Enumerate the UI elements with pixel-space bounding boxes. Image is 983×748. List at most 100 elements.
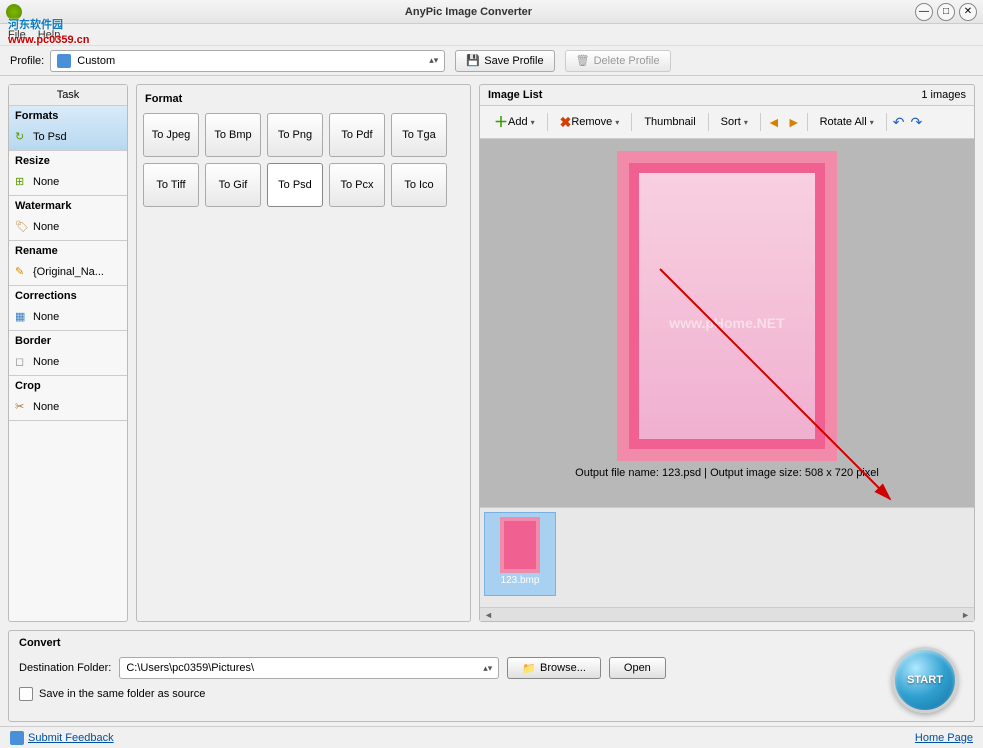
profile-row: Profile: Custom ▴▾ 💾 Save Profile 🗑 Dele… <box>0 46 983 76</box>
format-button-to-jpeg[interactable]: To Jpeg <box>143 113 199 157</box>
thumbnail-button[interactable]: Thumbnail <box>638 114 701 130</box>
menubar: File Help <box>0 24 983 46</box>
thumbnail-item[interactable]: 123.bmp <box>484 512 556 596</box>
scroll-right-icon[interactable]: ► <box>961 610 970 620</box>
format-button-to-gif[interactable]: To Gif <box>205 163 261 207</box>
start-button[interactable]: START <box>892 647 958 713</box>
profile-icon <box>57 54 71 68</box>
save-profile-button[interactable]: 💾 Save Profile <box>455 50 554 72</box>
open-button[interactable]: Open <box>609 657 666 679</box>
task-header: Task <box>9 85 127 106</box>
redo-icon[interactable]: ↷ <box>910 114 922 131</box>
horizontal-scrollbar[interactable]: ◄ ► <box>480 607 974 621</box>
preview-area: www.pHome.NET Output file name: 123.psd … <box>480 139 974 507</box>
task-title: Crop <box>9 376 127 396</box>
menu-file[interactable]: File <box>8 29 26 41</box>
profile-selected: Custom <box>77 55 429 67</box>
format-button-to-psd[interactable]: To Psd <box>267 163 323 207</box>
maximize-button[interactable]: □ <box>937 3 955 21</box>
watermark-icon: 🏷 <box>15 220 29 234</box>
titlebar: AnyPic Image Converter — □ ✕ <box>0 0 983 24</box>
task-section-rename[interactable]: Rename ✎{Original_Na... <box>9 241 127 286</box>
chevron-updown-icon: ▴▾ <box>429 55 438 66</box>
chevron-updown-icon: ▴▾ <box>483 663 492 674</box>
format-title: Format <box>143 91 464 113</box>
task-section-watermark[interactable]: Watermark 🏷None <box>9 196 127 241</box>
submit-feedback-link[interactable]: Submit Feedback <box>28 732 114 744</box>
formats-icon: ↻ <box>15 130 29 144</box>
rotate-all-button[interactable]: Rotate All ▾ <box>814 114 880 130</box>
task-value: 🏷None <box>9 216 127 240</box>
minimize-button[interactable]: — <box>915 3 933 21</box>
delete-profile-button[interactable]: 🗑 Delete Profile <box>565 50 671 72</box>
format-button-to-tga[interactable]: To Tga <box>391 113 447 157</box>
task-title: Formats <box>9 106 127 126</box>
sort-button[interactable]: Sort ▾ <box>715 114 754 130</box>
imagelist-title: Image List <box>488 89 921 101</box>
convert-panel: Convert Destination Folder: C:\Users\pc0… <box>8 630 975 722</box>
dest-folder-input[interactable]: C:\Users\pc0359\Pictures\ ▴▾ <box>119 657 499 679</box>
preview-caption: Output file name: 123.psd | Output image… <box>575 467 879 479</box>
format-button-to-tiff[interactable]: To Tiff <box>143 163 199 207</box>
delete-icon: 🗑 <box>576 54 590 68</box>
format-button-to-pdf[interactable]: To Pdf <box>329 113 385 157</box>
rename-icon: ✎ <box>15 265 29 279</box>
same-folder-checkbox[interactable] <box>19 687 33 701</box>
preview-image <box>617 151 837 461</box>
task-panel: Task Formats ↻To Psd Resize ⊞None Waterm… <box>8 84 128 622</box>
format-panel: Format To JpegTo BmpTo PngTo PdfTo TgaTo… <box>136 84 471 622</box>
menu-help[interactable]: Help <box>38 29 61 41</box>
image-list-panel: Image List 1 images ＋ Add ▾ ✖ Remove ▾ T… <box>479 84 975 622</box>
imagelist-toolbar: ＋ Add ▾ ✖ Remove ▾ Thumbnail Sort ▾ ◄ ► <box>480 106 974 139</box>
plus-icon: ＋ <box>494 112 508 132</box>
format-button-to-ico[interactable]: To Ico <box>391 163 447 207</box>
next-arrow-icon[interactable]: ► <box>787 114 801 130</box>
task-title: Resize <box>9 151 127 171</box>
border-icon: ◻ <box>15 355 29 369</box>
statusbar: Submit Feedback Home Page <box>0 726 983 748</box>
add-button[interactable]: ＋ Add ▾ <box>488 110 541 134</box>
chevron-down-icon: ▾ <box>615 118 619 127</box>
thumbnail-image <box>500 517 540 573</box>
remove-button[interactable]: ✖ Remove ▾ <box>554 112 626 133</box>
convert-title: Convert <box>19 637 964 649</box>
browse-button[interactable]: 📁 Browse... <box>507 657 601 679</box>
imagelist-count: 1 images <box>921 89 966 101</box>
main-area: Task Formats ↻To Psd Resize ⊞None Waterm… <box>0 76 983 630</box>
window-title: AnyPic Image Converter <box>26 6 911 18</box>
profile-label: Profile: <box>10 55 44 67</box>
task-section-crop[interactable]: Crop ✂None <box>9 376 127 421</box>
task-section-resize[interactable]: Resize ⊞None <box>9 151 127 196</box>
thumbnail-strip: 123.bmp <box>480 507 974 607</box>
task-value: ▦None <box>9 306 127 330</box>
chevron-down-icon: ▾ <box>744 118 748 127</box>
home-page-link[interactable]: Home Page <box>915 732 973 744</box>
app-icon <box>6 4 22 20</box>
task-value: ✎{Original_Na... <box>9 261 127 285</box>
format-button-to-pcx[interactable]: To Pcx <box>329 163 385 207</box>
task-section-formats[interactable]: Formats ↻To Psd <box>9 106 127 151</box>
task-title: Border <box>9 331 127 351</box>
save-icon: 💾 <box>466 54 480 68</box>
task-section-corrections[interactable]: Corrections ▦None <box>9 286 127 331</box>
folder-icon: 📁 <box>522 662 536 675</box>
format-button-to-bmp[interactable]: To Bmp <box>205 113 261 157</box>
crop-icon: ✂ <box>15 400 29 414</box>
task-section-border[interactable]: Border ◻None <box>9 331 127 376</box>
format-button-to-png[interactable]: To Png <box>267 113 323 157</box>
same-folder-label: Save in the same folder as source <box>39 688 205 700</box>
task-value: ✂None <box>9 396 127 420</box>
task-title: Rename <box>9 241 127 261</box>
task-title: Watermark <box>9 196 127 216</box>
x-icon: ✖ <box>560 114 572 131</box>
task-value: ◻None <box>9 351 127 375</box>
dest-folder-label: Destination Folder: <box>19 662 111 674</box>
profile-select[interactable]: Custom ▴▾ <box>50 50 445 72</box>
close-button[interactable]: ✕ <box>959 3 977 21</box>
undo-icon[interactable]: ↶ <box>893 114 905 131</box>
feedback-icon <box>10 731 24 745</box>
resize-icon: ⊞ <box>15 175 29 189</box>
prev-arrow-icon[interactable]: ◄ <box>767 114 781 130</box>
chevron-down-icon: ▾ <box>870 118 874 127</box>
scroll-left-icon[interactable]: ◄ <box>484 610 493 620</box>
